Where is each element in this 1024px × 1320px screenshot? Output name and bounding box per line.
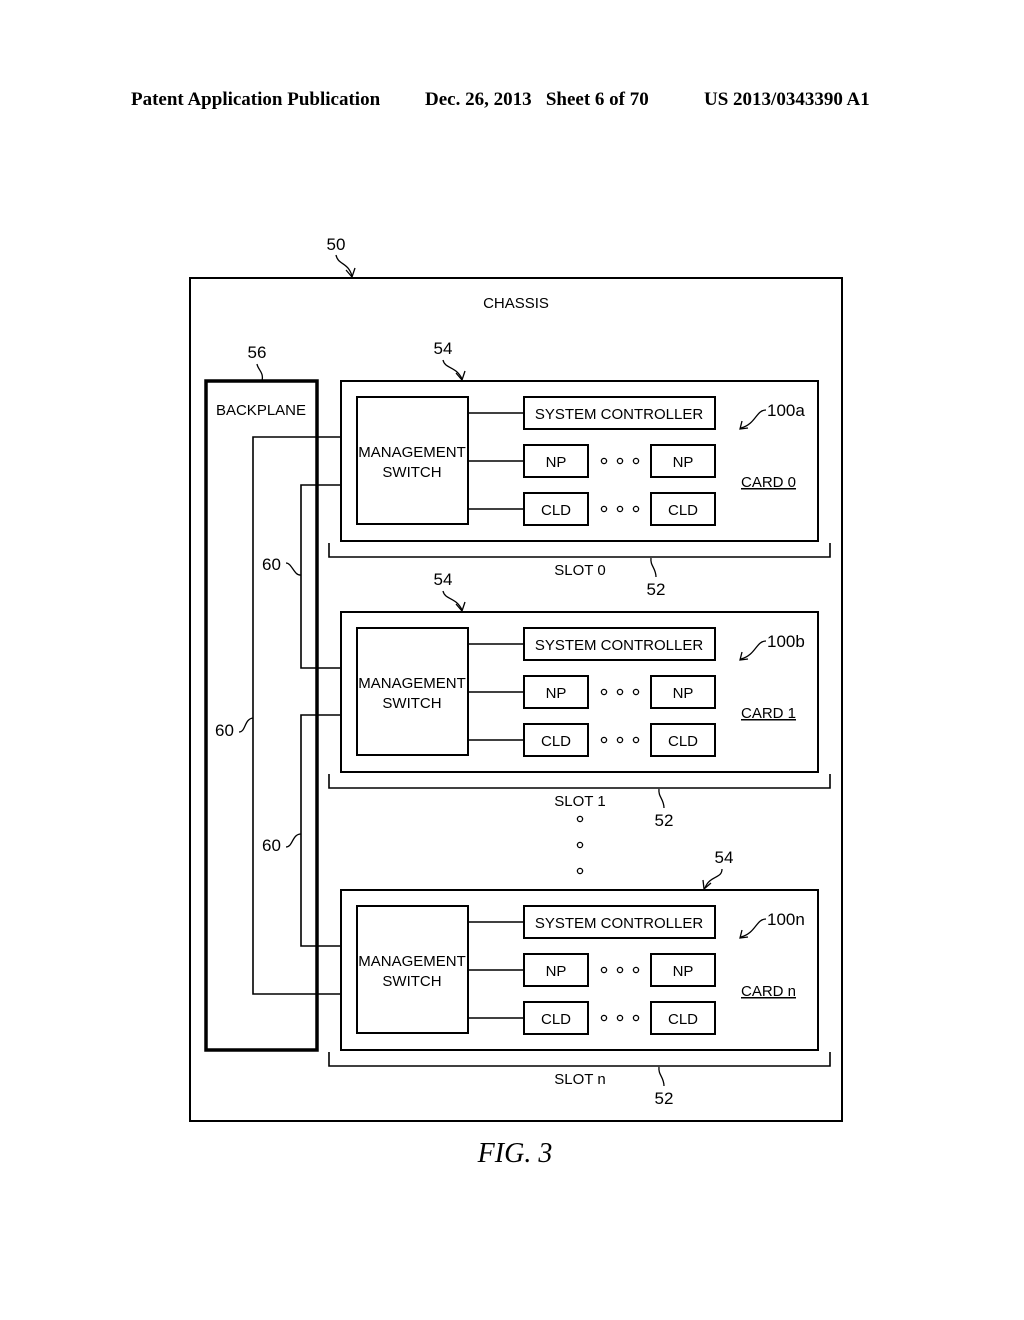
figure-caption: FIG. 3 [477,1138,553,1169]
switch-label: SWITCH [382,973,441,990]
chassis-ref-arrow [335,254,353,277]
card-ref: 100b [767,632,805,651]
system-controller-label: SYSTEM CONTROLLER [535,915,704,932]
np-label: NP [673,963,694,980]
np-label: NP [546,963,567,980]
cld-label: CLD [668,733,698,750]
cld-label: CLD [668,1011,698,1028]
card-ref: 100n [767,910,805,929]
np-label: NP [673,685,694,702]
switch-label: MANAGEMENT [358,444,466,461]
ellipsis-dot [616,1014,624,1022]
backplane-label: BACKPLANE [216,402,306,419]
card-group-ref: 54 [715,848,734,867]
ellipsis-dot [600,457,608,465]
switch-label: MANAGEMENT [358,953,466,970]
slot-label: SLOT n [554,1071,605,1088]
chassis-ref: 50 [327,235,346,254]
slot-ellipsis-dot [576,841,584,849]
card-group-ref: 54 [434,570,453,589]
cld-label: CLD [541,1011,571,1028]
ellipsis-dot [632,736,640,744]
system-controller-label: SYSTEM CONTROLLER [535,406,704,423]
np-label: NP [546,685,567,702]
ellipsis-dot [616,505,624,513]
wire-ref-lower: 60 [262,836,281,855]
ellipsis-dot [600,966,608,974]
ellipsis-dot [616,688,624,696]
ellipsis-dot [600,736,608,744]
wire-ref-upper: 60 [262,555,281,574]
ellipsis-dot [600,505,608,513]
switch-label: SWITCH [382,464,441,481]
system-controller-label: SYSTEM CONTROLLER [535,637,704,654]
backplane-ref: 56 [248,343,267,362]
slot-ref: 52 [655,1089,674,1108]
figure-3-diagram: CHASSIS 50 BACKPLANE 56 60 60 60 MANAGEM… [189,235,843,1169]
wire-ref-outer: 60 [215,721,234,740]
slot-ellipsis-dot [576,815,584,823]
np-label: NP [673,454,694,471]
card-group-ref: 54 [434,339,453,358]
chassis-label: CHASSIS [483,295,549,312]
switch-label: MANAGEMENT [358,675,466,692]
cld-label: CLD [541,733,571,750]
ellipsis-dot [600,1014,608,1022]
cld-label: CLD [668,502,698,519]
slot-ref: 52 [655,811,674,830]
slot-label: SLOT 1 [554,793,605,810]
cld-label: CLD [541,502,571,519]
ellipsis-dot [632,1014,640,1022]
np-label: NP [546,454,567,471]
card-label: CARD 1 [741,705,796,722]
ellipsis-dot [616,966,624,974]
slot-ref: 52 [647,580,666,599]
ellipsis-dot [632,688,640,696]
ellipsis-dot [600,688,608,696]
ellipsis-dot [616,457,624,465]
ellipsis-dot [616,736,624,744]
slot-label: SLOT 0 [554,562,605,579]
card-ref: 100a [767,401,805,420]
switch-label: SWITCH [382,695,441,712]
ellipsis-dot [632,505,640,513]
card-label: CARD 0 [741,474,796,491]
slot-ellipsis-dot [576,867,584,875]
card-label: CARD n [741,983,796,1000]
ellipsis-dot [632,457,640,465]
ellipsis-dot [632,966,640,974]
